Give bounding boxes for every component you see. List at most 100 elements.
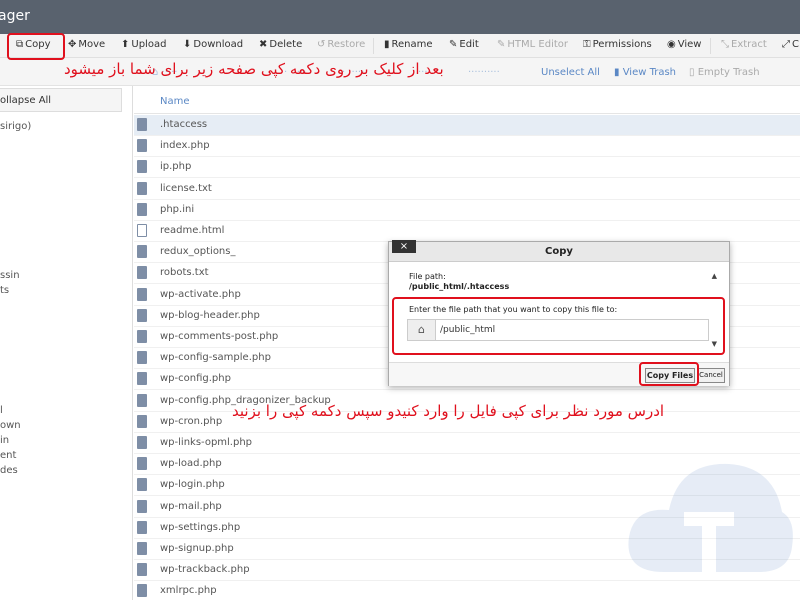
upload-icon: ⬆ [121, 39, 130, 50]
file-icon [137, 118, 147, 131]
file-row[interactable]: license.txt [134, 179, 800, 200]
file-icon [137, 351, 147, 365]
file-name: redux_options_ [160, 246, 236, 258]
compress-icon: ⤢ [782, 39, 790, 50]
file-icon [137, 139, 147, 153]
file-list-header: Name [134, 86, 800, 114]
html-editor-button[interactable]: ✎ HTML Editor [497, 39, 568, 50]
extract-icon: ⤡ [721, 39, 729, 50]
file-icon [137, 393, 147, 407]
restore-icon: ↺ [317, 39, 326, 50]
tree-item[interactable]: l [0, 405, 3, 416]
html-editor-icon: ✎ [497, 39, 506, 50]
file-row[interactable]: php.ini [134, 200, 800, 221]
file-name: wp-links-opml.php [160, 437, 253, 448]
file-row[interactable]: readme.html [134, 221, 800, 242]
file-path-value: /public_html/.htaccess [409, 282, 510, 291]
title-bar: ager [0, 0, 800, 34]
file-name: wp-login.php [160, 479, 225, 491]
view-button[interactable]: ◉ View [667, 39, 701, 50]
unselect-all-button[interactable]: Unselect All [541, 67, 600, 78]
file-name: php.ini [160, 203, 195, 215]
instruction-top: بعد از کلیک بر روی دکمه کپی صفحه زیر برا… [64, 60, 444, 78]
file-name: wp-cron.php [160, 415, 223, 427]
view-trash-button[interactable]: ▮ View Trash [614, 67, 676, 78]
delete-icon: ✖ [259, 39, 268, 50]
file-icon [137, 563, 147, 577]
delete-button[interactable]: ✖ Delete [259, 39, 302, 50]
toolbar-divider [710, 38, 711, 54]
main-toolbar: ⧉ Copy ✥ Move ⬆ Upload ⬇ Download ✖ Delete ↺ R… [0, 34, 800, 58]
file-icon [137, 436, 147, 449]
file-icon [137, 499, 147, 513]
select-all-button[interactable]: ·········· [468, 67, 500, 78]
file-name: wp-signup.php [160, 543, 234, 554]
file-name: readme.html [160, 225, 225, 236]
tree-item[interactable]: ts [0, 285, 9, 296]
file-name: license.txt [160, 182, 212, 194]
file-icon [137, 330, 147, 343]
permissions-button[interactable]: ⚿ Permissions [583, 39, 652, 50]
close-button[interactable]: × [392, 240, 416, 253]
file-name: wp-config.php [160, 373, 231, 385]
file-icon [137, 414, 147, 428]
compress-button[interactable]: ⤢ C [782, 39, 799, 50]
file-name: ip.php [160, 161, 192, 173]
file-row[interactable]: wp-links-opml.php [134, 433, 800, 454]
file-icon [137, 372, 147, 386]
key-icon: ⚿ [583, 39, 591, 50]
file-icon [137, 266, 147, 280]
cancel-button[interactable]: Cancel [697, 368, 725, 383]
tree-item[interactable]: sirigo) [0, 121, 31, 132]
rename-button[interactable]: ▮ Rename [384, 39, 433, 50]
toolbar-divider [373, 38, 374, 54]
tree-item[interactable]: ssin [0, 270, 20, 281]
edit-button[interactable]: ✎ Edit [449, 39, 479, 50]
file-icon [137, 478, 147, 492]
scroll-up-icon[interactable]: ▲ [712, 272, 717, 280]
file-icon [137, 520, 147, 534]
tree-item[interactable]: in [0, 435, 9, 446]
file-name: wp-comments-post.php [160, 331, 279, 342]
extract-button[interactable]: ⤡ Extract [721, 39, 767, 50]
file-name: index.php [160, 140, 210, 152]
file-row[interactable]: xmlrpc.php [134, 581, 800, 600]
trash-icon: ▮ [614, 67, 623, 78]
file-name: robots.txt [160, 267, 209, 279]
instruction-bottom: ادرس مورد نظر برای کپی فایل را وارد کنید… [232, 402, 665, 420]
file-icon [137, 202, 147, 216]
file-name: wp-load.php [160, 458, 222, 470]
file-row[interactable]: index.php [134, 136, 800, 158]
file-icon [137, 308, 147, 322]
window-title: ager [0, 8, 30, 24]
tree-item[interactable]: own [0, 420, 21, 431]
file-name: xmlrpc.php [160, 585, 217, 597]
tree-item[interactable]: ent [0, 450, 16, 461]
file-row[interactable]: ip.php [134, 157, 800, 179]
move-button[interactable]: ✥ Move [68, 39, 105, 50]
upload-button[interactable]: ⬆ Upload [121, 39, 166, 50]
highlight-copy-button [7, 33, 65, 60]
eye-icon: ◉ [667, 39, 676, 50]
download-button[interactable]: ⬇ Download [183, 39, 243, 50]
file-name: wp-activate.php [160, 288, 241, 300]
file-icon [137, 457, 147, 471]
edit-icon: ✎ [449, 39, 458, 50]
file-icon [137, 224, 147, 237]
file-icon [137, 160, 147, 174]
move-icon: ✥ [68, 39, 77, 50]
empty-trash-button[interactable]: ▯ Empty Trash [689, 67, 760, 78]
download-icon: ⬇ [183, 39, 192, 50]
file-row[interactable]: .htaccess [134, 115, 800, 136]
close-icon: × [399, 241, 409, 252]
name-column-header[interactable]: Name [160, 96, 190, 107]
file-icon [137, 287, 147, 301]
file-name: wp-settings.php [160, 521, 241, 533]
file-icon [137, 542, 147, 555]
file-name: .htaccess [160, 119, 208, 130]
file-name: wp-blog-header.php [160, 309, 260, 321]
restore-button[interactable]: ↺ Restore [317, 39, 365, 50]
collapse-all-button[interactable]: ollapse All [0, 88, 122, 112]
rename-icon: ▮ [384, 39, 390, 50]
tree-item[interactable]: des [0, 465, 18, 476]
